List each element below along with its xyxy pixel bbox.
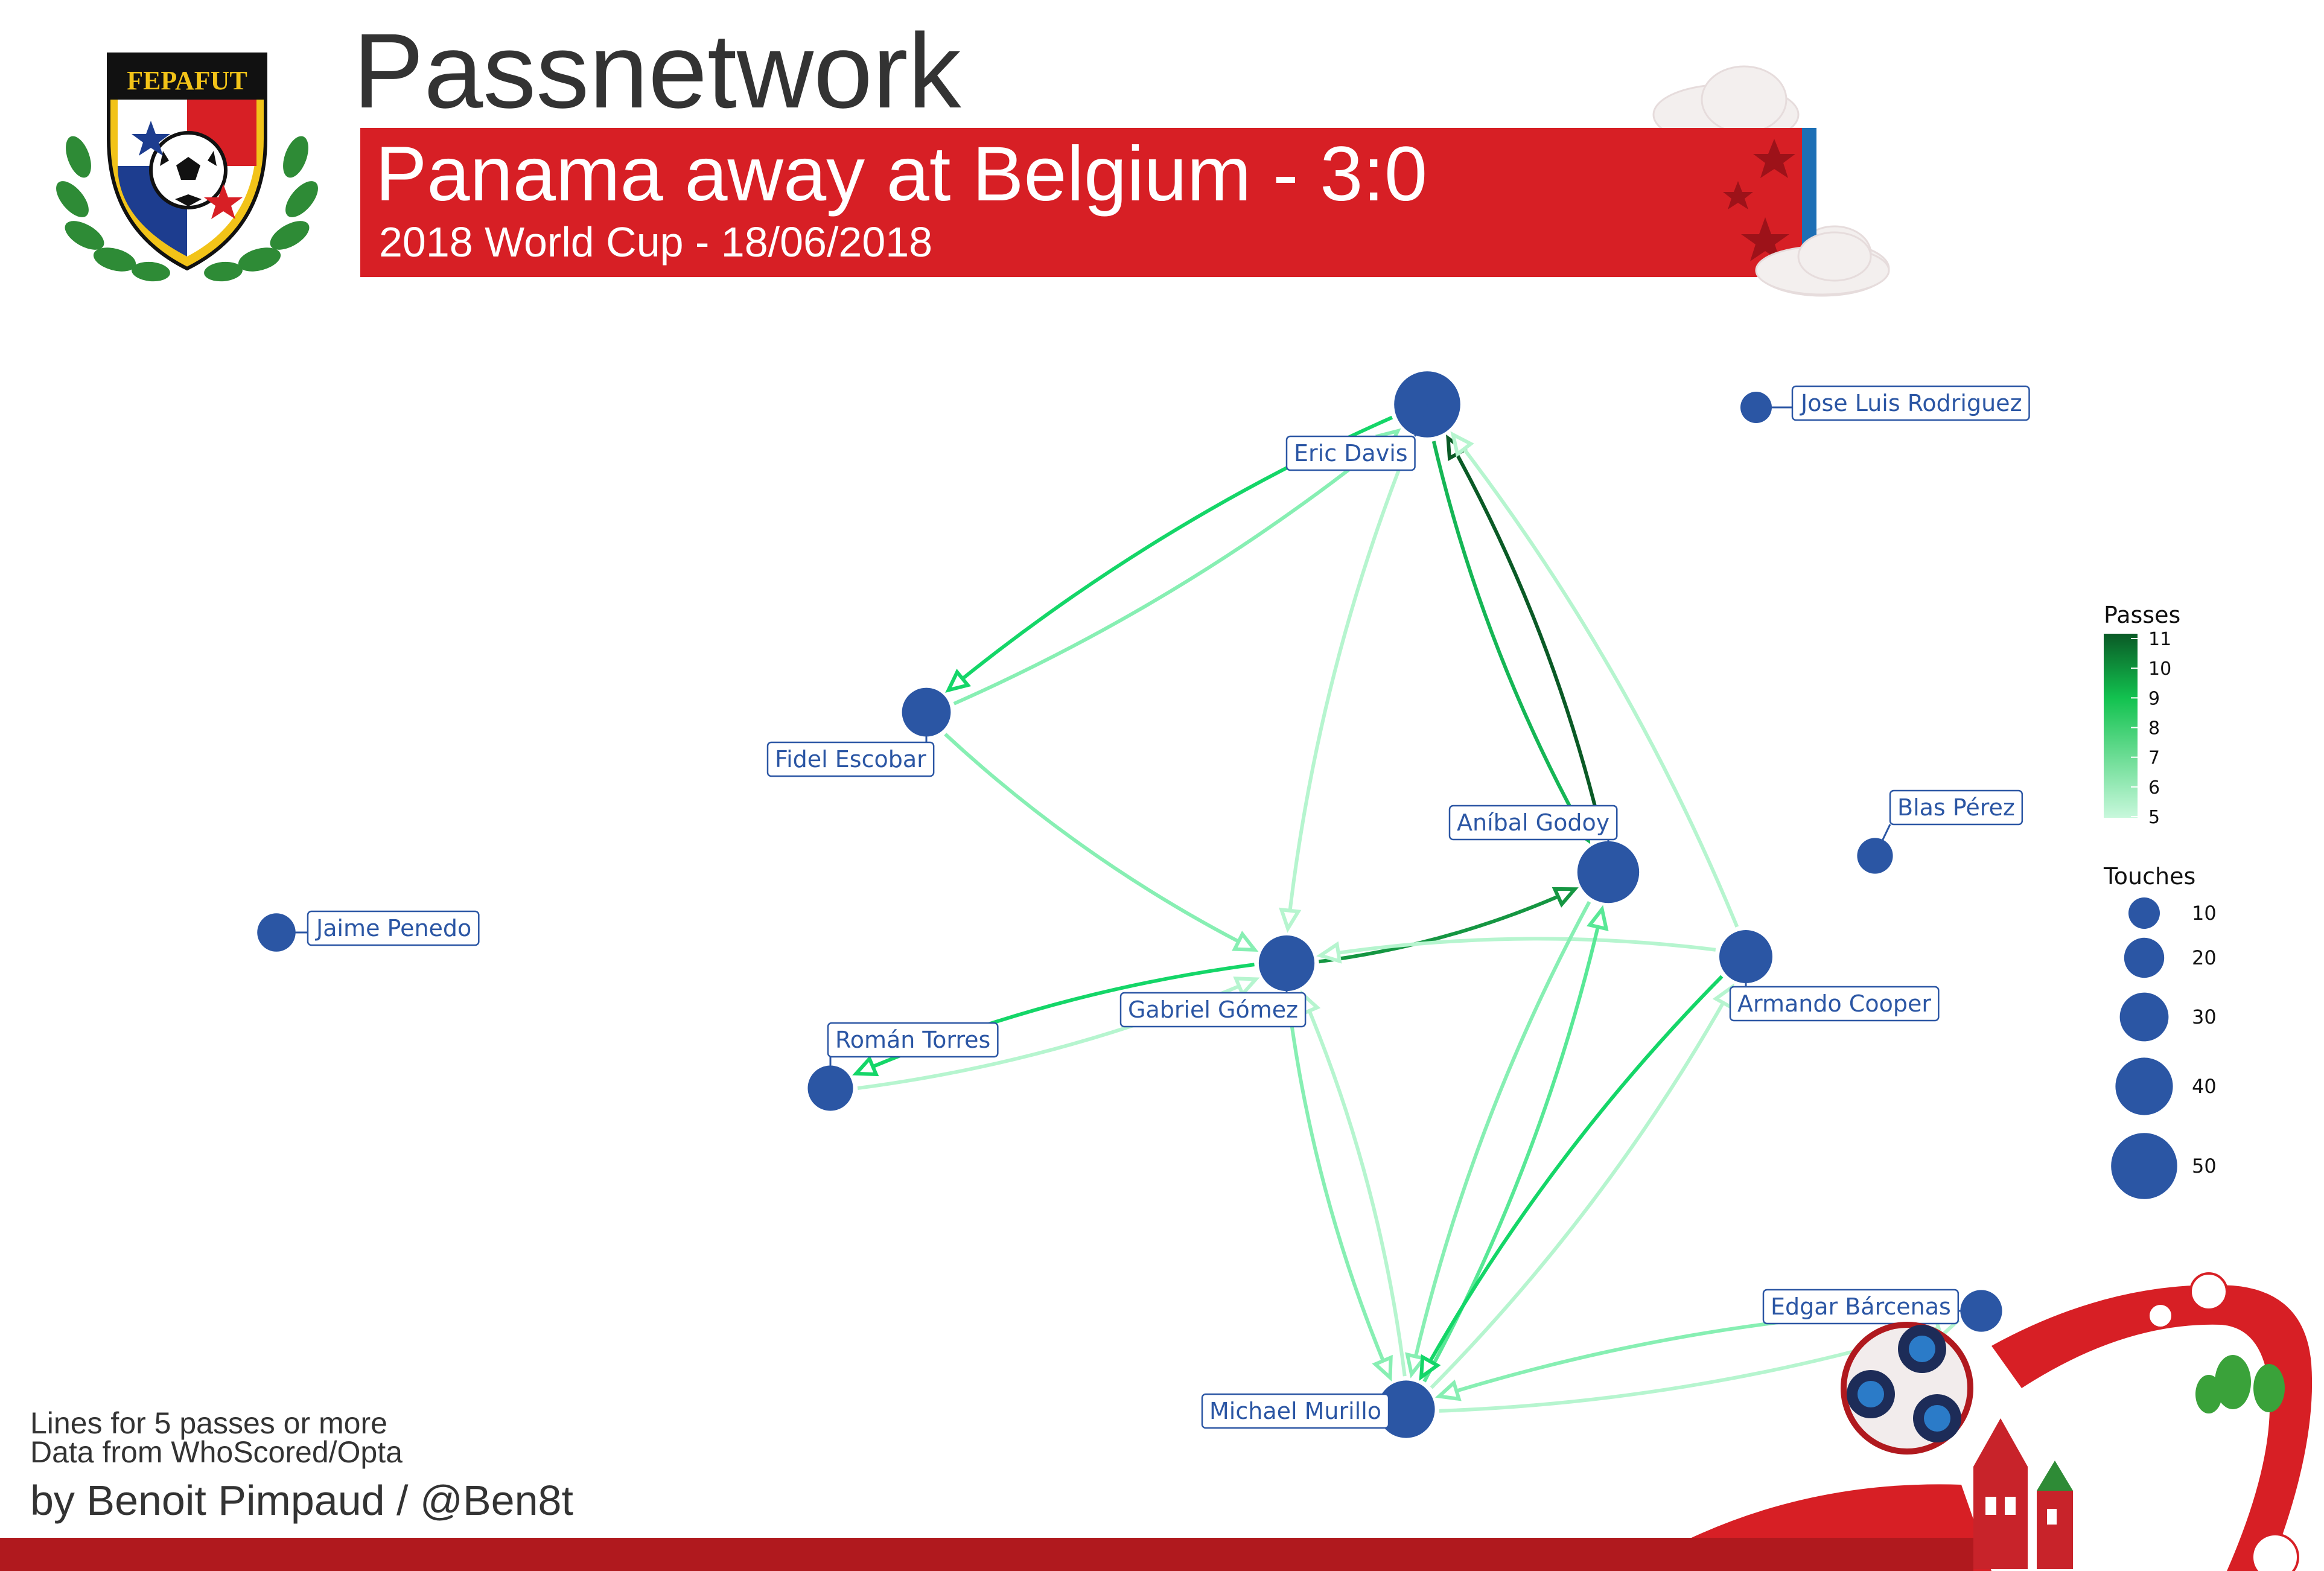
world-cup-decoration bbox=[1629, 139, 2313, 1571]
fepafut-crest: FEPAFUT bbox=[56, 53, 318, 282]
match-headline: Panama away at Belgium - 3:0 bbox=[375, 131, 1427, 217]
player-node-rodriguez: Jose Luis Rodriguez bbox=[1740, 385, 2030, 423]
passes-legend-title: Passes bbox=[2104, 602, 2180, 628]
touches-tick-label: 20 bbox=[2192, 946, 2217, 969]
pass-network-diagram: FEPAFUT Eric Davis Jose Luis Rodriguez Fid… bbox=[0, 12, 2313, 1571]
pass-arrowhead bbox=[1316, 941, 1342, 964]
touches-legend: Touches 10 20 30 40 50 bbox=[2103, 863, 2217, 1199]
pass-edge bbox=[1300, 993, 1407, 1377]
touches-tick-label: 30 bbox=[2192, 1005, 2217, 1028]
main-title: Passnetwork bbox=[353, 12, 962, 130]
crest-label: FEPAFUT bbox=[127, 66, 247, 95]
match-subline: 2018 World Cup - 18/06/2018 bbox=[379, 218, 932, 266]
touches-legend-circle bbox=[2119, 992, 2169, 1042]
pass-edge bbox=[953, 429, 1399, 706]
pass-arrowhead bbox=[1232, 931, 1259, 952]
player-node-cooper: Armando Cooper bbox=[1719, 930, 1940, 1022]
pass-edge bbox=[1285, 995, 1392, 1378]
player-label: Blas Pérez bbox=[1897, 794, 2015, 821]
player-label: Gabriel Gómez bbox=[1128, 996, 1298, 1023]
player-node-davis: Eric Davis bbox=[1285, 371, 1460, 471]
footer-credit: by Benoit Pimpaud / @Ben8t bbox=[30, 1477, 573, 1524]
player-node-penedo: Jaime Penedo bbox=[257, 910, 480, 952]
touches-tick-label: 50 bbox=[2192, 1155, 2217, 1177]
pass-edge bbox=[1430, 986, 1734, 1389]
bottom-bar bbox=[0, 1538, 1973, 1571]
touches-tick-label: 40 bbox=[2192, 1075, 2217, 1098]
pass-arrowhead bbox=[1233, 977, 1260, 998]
player-node-escobar: Fidel Escobar bbox=[766, 687, 951, 777]
passes-tick-label: 11 bbox=[2148, 629, 2171, 650]
player-label: Eric Davis bbox=[1294, 440, 1408, 467]
pass-arrowhead bbox=[1372, 1354, 1393, 1381]
touches-legend-circle bbox=[2124, 937, 2165, 978]
passes-tick-label: 9 bbox=[2148, 688, 2160, 709]
pass-edge bbox=[1446, 437, 1605, 838]
player-label: Edgar Bárcenas bbox=[1771, 1293, 1951, 1320]
touches-legend-circle bbox=[2111, 1133, 2177, 1199]
world-cup-ball-icon bbox=[1841, 1322, 1973, 1455]
player-label: Jaime Penedo bbox=[315, 915, 471, 942]
pass-edges bbox=[852, 415, 1960, 1413]
player-node-murillo: Michael Murillo bbox=[1201, 1380, 1435, 1438]
player-label: Román Torres bbox=[835, 1027, 990, 1053]
pass-edge bbox=[1410, 900, 1591, 1375]
pass-arrowhead bbox=[1434, 1379, 1462, 1401]
touches-legend-circle bbox=[2128, 897, 2160, 929]
passes-tick-label: 8 bbox=[2148, 718, 2160, 739]
touches-legend-circle bbox=[2115, 1057, 2173, 1115]
player-label: Michael Murillo bbox=[1209, 1398, 1381, 1424]
touches-legend-title: Touches bbox=[2103, 863, 2195, 890]
player-label: Fidel Escobar bbox=[775, 746, 926, 773]
pass-arrowhead bbox=[1450, 431, 1474, 457]
pass-edge bbox=[1286, 437, 1413, 929]
player-label: Aníbal Godoy bbox=[1457, 809, 1609, 836]
pass-arrowhead bbox=[852, 1055, 879, 1077]
touches-tick-label: 10 bbox=[2192, 902, 2217, 925]
player-label: Jose Luis Rodriguez bbox=[1800, 390, 2022, 416]
pass-edge bbox=[1431, 441, 1590, 841]
pass-arrowhead bbox=[1279, 907, 1302, 933]
passes-tick-label: 5 bbox=[2148, 807, 2160, 828]
player-node-torres: Román Torres bbox=[807, 1022, 999, 1111]
passes-legend: Passes 11 10 9 8 7 6 5 bbox=[2104, 602, 2180, 828]
passes-tick-label: 6 bbox=[2148, 777, 2160, 798]
passes-tick-label: 7 bbox=[2148, 748, 2160, 769]
passes-colorbar bbox=[2104, 634, 2138, 818]
pass-arrowhead bbox=[1587, 905, 1609, 931]
passes-tick-label: 10 bbox=[2148, 658, 2171, 680]
player-label: Armando Cooper bbox=[1737, 990, 1931, 1017]
pass-edge bbox=[944, 733, 1256, 952]
touches-legend-ticks: 10 20 30 40 50 bbox=[2111, 897, 2217, 1199]
player-node-godoy: Aníbal Godoy bbox=[1448, 805, 1640, 903]
player-node-perez: Blas Pérez bbox=[1857, 789, 2023, 874]
player-nodes: Eric Davis Jose Luis Rodriguez Fidel Escob… bbox=[257, 371, 2030, 1438]
player-node-barcenas: Edgar Bárcenas bbox=[1762, 1289, 2002, 1332]
pass-arrowhead bbox=[1552, 887, 1579, 908]
footer-data-source: Data from WhoScored/Opta bbox=[30, 1435, 403, 1469]
